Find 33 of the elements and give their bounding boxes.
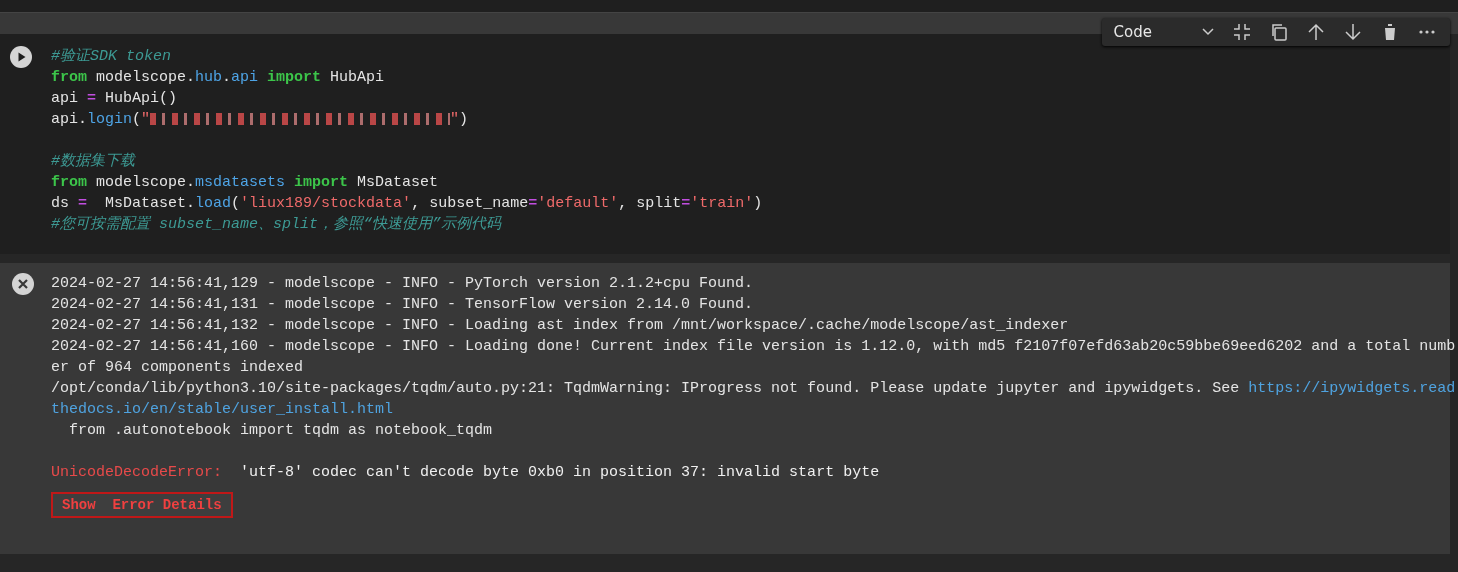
code-line: from modelscope.hub.api import HubApi [51, 68, 385, 88]
code-line: #您可按需配置 subset_name、split，参照“快速使用”示例代码 [51, 214, 502, 235]
run-button-icon[interactable] [9, 46, 32, 68]
link[interactable]: thedocs.io/en/stable/user_install.html [51, 401, 394, 418]
code-text: ( [132, 111, 142, 128]
collapse-icon[interactable] [1233, 23, 1251, 41]
chevron-down-icon [1202, 28, 1214, 36]
output-line: 2024-02-27 14:56:41,131 - modelscope - INFO - TensorFlow version 2.14.0 Found. [51, 295, 754, 315]
link[interactable]: https://ipywidgets.read [1248, 380, 1456, 397]
output-line: 2024-02-27 14:56:41,132 - modelscope - INFO - Loading ast index from /mnt/workspace/.cache/modelscope/ast_indexer [51, 316, 1069, 336]
code-text: " [450, 111, 460, 128]
output-line: /opt/conda/lib/python3.10/site-packages/tqdm/auto.py:21: TqdmWarning: IProgress not found. Please update jupyter and ipywidgets. See https://ipywidgets.read [51, 379, 1456, 399]
clear-output-icon[interactable] [11, 273, 34, 295]
code-text: ) [459, 111, 469, 128]
code-text: " [141, 111, 151, 128]
code-line: api = HubApi() [51, 89, 178, 109]
cell-type-dropdown[interactable]: Code [1113, 23, 1214, 41]
code-line: ds = MsDataset.load('liux189/stockdata', subset_name='default', split='train') [51, 194, 763, 214]
output-line: er of 964 components indexed [51, 358, 304, 378]
output-line: from .autonotebook import tqdm as notebook_tqdm [68, 421, 493, 441]
output-line: 2024-02-27 14:56:41,129 - modelscope - INFO - PyTorch version 2.1.2+cpu Found. [51, 274, 754, 294]
code-text: api. [51, 111, 87, 128]
show-error-details-button[interactable]: Show Error Details [51, 492, 233, 518]
arrow-up-icon[interactable] [1307, 23, 1325, 41]
copy-icon[interactable] [1270, 23, 1288, 41]
error-message: 'utf-8' codec can't decode byte 0xb0 in position 37: invalid start byte [240, 464, 880, 481]
code-line: #验证SDK token [51, 47, 171, 67]
code-line: from modelscope.msdatasets import MsDataset [51, 173, 439, 193]
output-line: 2024-02-27 14:56:41,160 - modelscope - INFO - Loading done! Current index file version is 1.12.0, with md5 f2107f07efd63ab20c59bbe69eed6202 and a total numb [51, 337, 1456, 357]
code-line: #数据集下载 [51, 151, 135, 172]
error-name: UnicodeDecodeError: [51, 464, 223, 481]
code-text: login [87, 111, 133, 128]
arrow-down-icon[interactable] [1344, 23, 1362, 41]
